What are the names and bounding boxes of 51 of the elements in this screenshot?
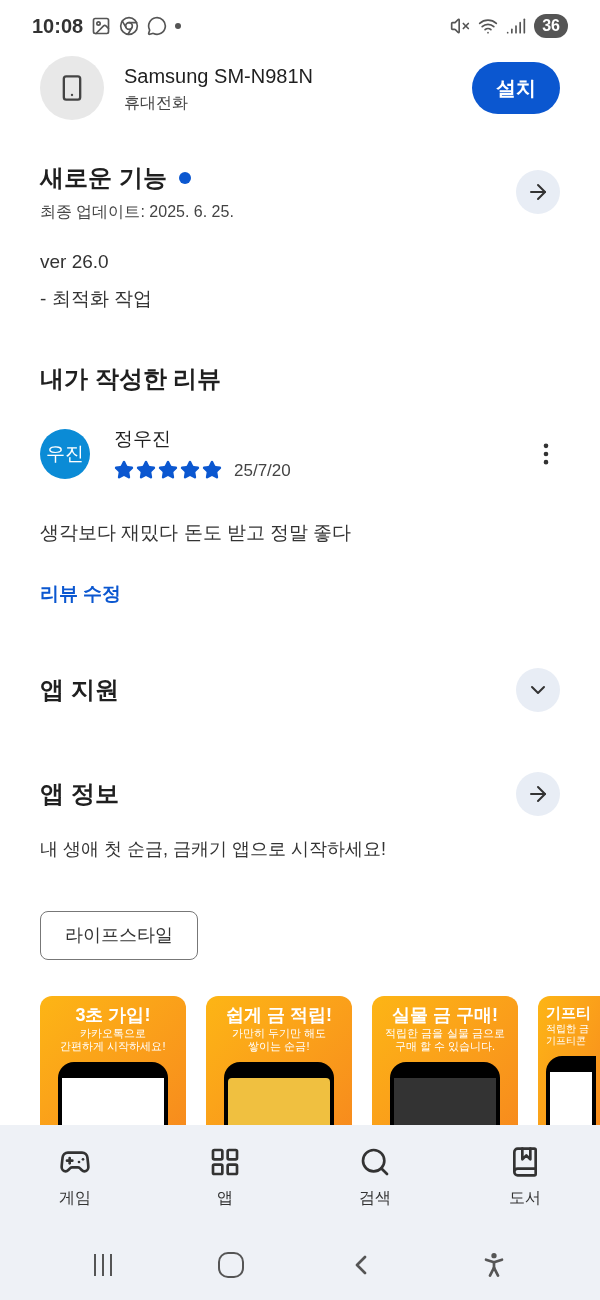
- release-note: - 최적화 작업: [40, 286, 153, 311]
- star-icon: [136, 460, 156, 481]
- screenshot-caption: 간편하게 시작하세요!: [60, 1040, 166, 1054]
- screenshot-caption: 가만히 두기만 해도: [231, 1026, 327, 1041]
- section-title: 내가 작성한 리뷰: [40, 365, 222, 392]
- app-description: 내 생애 첫 순금, 금캐기 앱으로 시작하세요!: [40, 839, 386, 859]
- star-icon: [202, 460, 222, 481]
- screenshot-caption: 쌓이는 순금!: [248, 1040, 310, 1054]
- browser-icon: [119, 16, 140, 36]
- arrow-button[interactable]: [516, 170, 560, 214]
- star-icon: [114, 460, 134, 481]
- nav-tab[interactable]: 도서: [450, 1145, 600, 1210]
- screenshot-title: 실물 금 구매!: [392, 1004, 498, 1027]
- phone-drawing: [546, 1055, 596, 1125]
- review-author: 정우진: [114, 427, 172, 451]
- update-date: 최종 업데이트: 2025. 6. 25.: [40, 202, 235, 222]
- device-name: Samsung SM-N981N: [124, 64, 314, 89]
- chat-icon: [147, 16, 168, 36]
- device-type: 휴대전화: [124, 93, 189, 113]
- screenshot-caption: 구매 할 수 있습니다.: [394, 1040, 496, 1054]
- screenshot-title: 기프티: [546, 1004, 591, 1023]
- mute-icon: [450, 16, 471, 36]
- avatar: 우진: [40, 429, 90, 479]
- screenshot-caption: 카카오톡으로: [80, 1026, 146, 1041]
- arrow-button[interactable]: [516, 772, 560, 816]
- screenshot-title: 3초 가입!: [75, 1004, 151, 1027]
- section-title: 앱 정보: [40, 779, 119, 809]
- screenshot-caption: 기프티콘: [546, 1035, 586, 1048]
- category-chip[interactable]: 라이프스타일: [40, 911, 198, 960]
- edit-review-link[interactable]: 리뷰 수정: [40, 582, 122, 604]
- release-note: ver 26.0: [40, 250, 110, 274]
- screenshot-caption: 적립한 금을 실물 금으로: [385, 1026, 505, 1041]
- star-icon: [180, 460, 200, 481]
- nav-tab[interactable]: 검색: [300, 1145, 450, 1210]
- section-title: 앱 지원: [40, 675, 119, 705]
- battery-level: 36: [534, 14, 568, 38]
- section-title: 새로운 기능: [40, 163, 167, 193]
- nav-tab[interactable]: 앱: [150, 1145, 300, 1210]
- review-text: 생각보다 재밌다 돈도 받고 정말 좋다: [40, 522, 352, 543]
- wifi-icon: [478, 16, 499, 36]
- install-button[interactable]: 설치: [472, 62, 560, 114]
- signal-icon: [506, 16, 527, 36]
- star-icon: [158, 460, 178, 481]
- nav-tab[interactable]: 게임: [0, 1145, 150, 1210]
- review-date: 25/7/20: [234, 459, 291, 482]
- screenshot-icon: [91, 16, 112, 36]
- home-icon[interactable]: [216, 1251, 245, 1279]
- expand-button[interactable]: [516, 668, 560, 712]
- screenshot-caption: 적립한 금: [546, 1022, 589, 1036]
- screenshot-title: 쉽게 금 적립!: [226, 1004, 332, 1027]
- status-time: 10:08: [32, 14, 84, 39]
